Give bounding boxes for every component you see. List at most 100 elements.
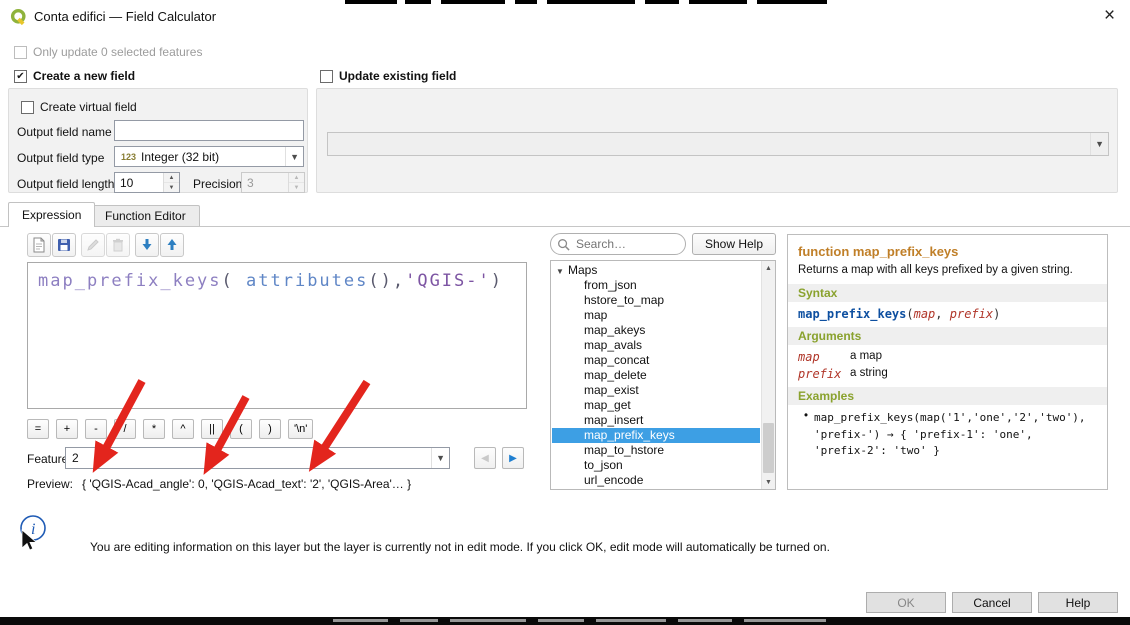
tree-item[interactable]: map_exist [552, 383, 760, 398]
output-field-length-label: Output field length [17, 177, 114, 191]
integer-type-icon: 123 [121, 152, 136, 162]
update-existing-field-checkbox[interactable] [320, 70, 333, 83]
spin-down-icon: ▼ [289, 183, 304, 192]
info-icon: i [14, 512, 56, 557]
show-help-button[interactable]: Show Help [692, 233, 776, 255]
tree-item[interactable]: from_json [552, 278, 760, 293]
output-field-type-value: Integer (32 bit) [141, 150, 219, 164]
help-description: Returns a map with all keys prefixed by … [798, 264, 1097, 276]
operator-button[interactable]: + [56, 419, 78, 439]
operator-button[interactable]: ^ [172, 419, 194, 439]
tree-item[interactable]: map_avals [552, 338, 760, 353]
delete-expression-icon [110, 237, 126, 253]
tab-pane-border [0, 226, 1130, 227]
feature-value: 2 [72, 451, 79, 465]
export-expressions-icon [164, 237, 180, 253]
help-label: Help [1066, 596, 1091, 610]
tree-item[interactable]: map_get [552, 398, 760, 413]
edit-expression-icon [85, 237, 101, 253]
svg-text:i: i [31, 521, 35, 538]
ok-label: OK [897, 596, 914, 610]
tab-function-editor[interactable]: Function Editor [91, 205, 200, 226]
output-field-name-input[interactable] [114, 120, 304, 141]
create-virtual-field-label: Create virtual field [40, 100, 137, 114]
import-expressions-button[interactable] [135, 233, 159, 257]
tree-group-label: Maps [568, 263, 597, 277]
expression-code: map_prefix_keys( attributes(),'QGIS-') [38, 271, 516, 291]
scroll-up-icon[interactable]: ▲ [762, 261, 775, 275]
spin-up-icon[interactable]: ▲ [164, 173, 179, 183]
tree-item[interactable]: map_akeys [552, 323, 760, 338]
output-field-type-combo[interactable]: 123 Integer (32 bit) ▼ [114, 146, 304, 167]
examples-header: Examples [788, 387, 1107, 405]
operator-button[interactable]: / [114, 419, 136, 439]
new-expression-icon [31, 237, 47, 253]
tree-item[interactable]: map_concat [552, 353, 760, 368]
close-icon[interactable]: × [1104, 5, 1115, 27]
output-field-length-spinner[interactable]: 10 ▲▼ [114, 172, 180, 193]
operator-button[interactable]: ) [259, 419, 281, 439]
checkmark-icon: ✔ [16, 72, 24, 82]
tree-item-selected[interactable]: map_prefix_keys [552, 428, 760, 443]
export-expressions-button[interactable] [160, 233, 184, 257]
search-input[interactable] [574, 236, 678, 252]
feature-combo[interactable]: 2 ▼ [65, 447, 450, 469]
tab-expression[interactable]: Expression [8, 202, 95, 227]
ok-button[interactable]: OK [866, 592, 946, 613]
existing-field-combo: ▼ [327, 132, 1109, 156]
tree-item[interactable]: map [552, 308, 760, 323]
precision-spinner: 3 ▲▼ [241, 172, 305, 193]
function-help-panel: function map_prefix_keys Returns a map w… [787, 234, 1108, 490]
expanded-arrow-icon: ▼ [556, 264, 568, 279]
operator-button[interactable]: '\n' [288, 419, 313, 439]
tree-item[interactable]: to_json [552, 458, 760, 473]
argument-row: map a map [798, 350, 1097, 364]
output-field-type-label: Output field type [17, 151, 104, 165]
syntax-header: Syntax [788, 284, 1107, 302]
field-calculator-dialog: Conta edifici — Field Calculator × Only … [0, 0, 1130, 625]
only-update-checkbox [14, 46, 27, 59]
operator-button[interactable]: = [27, 419, 49, 439]
import-expressions-icon [139, 237, 155, 253]
operator-button[interactable]: - [85, 419, 107, 439]
new-field-group: Create virtual field Output field name O… [8, 88, 308, 193]
tree-item[interactable]: map_insert [552, 413, 760, 428]
next-feature-button[interactable]: ▶ [502, 447, 524, 469]
create-new-field-checkbox[interactable]: ✔ [14, 70, 27, 83]
save-expression-button[interactable] [52, 233, 76, 257]
operator-button[interactable]: || [201, 419, 223, 439]
help-button[interactable]: Help [1038, 592, 1118, 613]
spin-up-icon: ▲ [289, 173, 304, 183]
new-expression-button[interactable] [27, 233, 51, 257]
previous-feature-icon: ◀ [481, 453, 489, 464]
function-tree: ▼Maps from_json hstore_to_map map map_ak… [550, 260, 776, 490]
tree-item[interactable]: hstore_to_map [552, 293, 760, 308]
scrollbar-thumb[interactable] [763, 423, 774, 473]
tree-group-maps[interactable]: ▼Maps [552, 263, 760, 278]
operator-button[interactable]: ( [230, 419, 252, 439]
edit-expression-button [81, 233, 105, 257]
output-field-name-label: Output field name [17, 125, 112, 139]
tree-item[interactable]: url_encode [552, 473, 760, 488]
create-virtual-field-checkbox[interactable] [21, 101, 34, 114]
tree-item[interactable]: map_delete [552, 368, 760, 383]
syntax-signature: map_prefix_keys(map, prefix) [798, 307, 1097, 321]
scroll-down-icon[interactable]: ▼ [762, 475, 775, 489]
help-title: function map_prefix_keys [798, 244, 1097, 259]
precision-label: Precision [193, 177, 242, 191]
argument-row: prefix a string [798, 367, 1097, 381]
spin-down-icon[interactable]: ▼ [164, 183, 179, 192]
expression-editor[interactable]: map_prefix_keys( attributes(),'QGIS-') [27, 262, 527, 409]
previous-feature-button: ◀ [474, 447, 496, 469]
tree-scrollbar[interactable]: ▲ ▼ [761, 261, 775, 489]
delete-expression-button [106, 233, 130, 257]
operator-button[interactable]: * [143, 419, 165, 439]
window-artifact-bottom [0, 617, 1130, 625]
example-code: map_prefix_keys(map('1','one','2','two')… [814, 410, 1086, 460]
tab-label: Function Editor [105, 209, 186, 223]
function-search[interactable] [550, 233, 686, 255]
cancel-button[interactable]: Cancel [952, 592, 1032, 613]
example-row: • map_prefix_keys(map('1','one','2','two… [804, 410, 1097, 460]
tree-item[interactable]: map_to_hstore [552, 443, 760, 458]
update-existing-group: ▼ [316, 88, 1118, 193]
